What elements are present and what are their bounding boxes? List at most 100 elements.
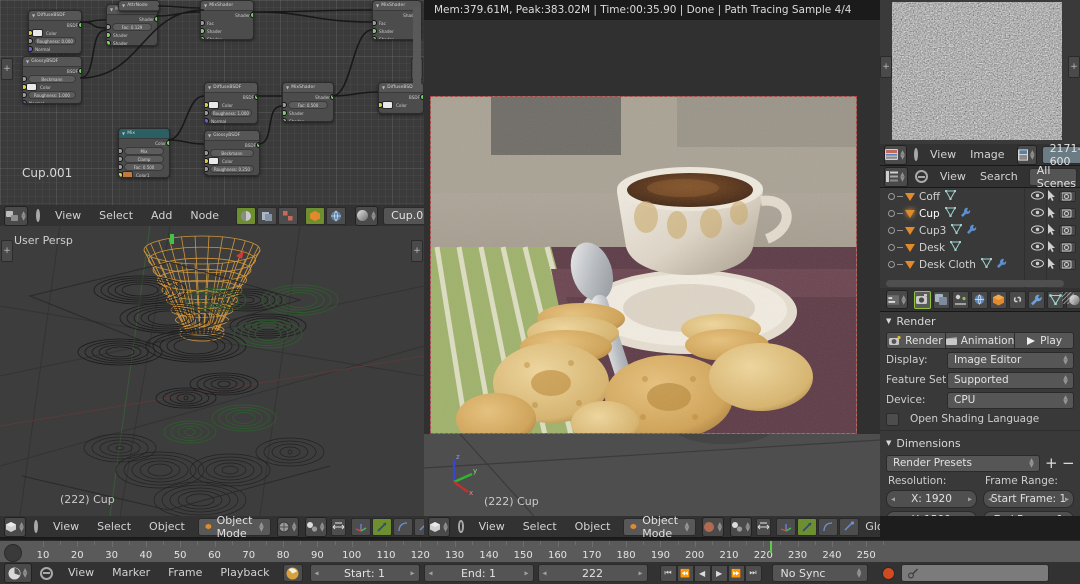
plus-icon[interactable]: + (1045, 454, 1057, 472)
node-output-socket[interactable] (166, 140, 171, 146)
node-value-field[interactable]: Beckmann (28, 75, 76, 84)
node-input-row[interactable]: Roughness: 0.250 (205, 165, 259, 173)
node-input-row[interactable]: Shader (107, 31, 157, 39)
node-input-row[interactable]: Mix (119, 147, 169, 155)
node-input-socket[interactable] (118, 164, 123, 170)
viewport-3d-render-preview[interactable]: z y x (222) Cup (424, 434, 880, 516)
outliner-display-mode[interactable]: All Scenes (1029, 168, 1077, 186)
node-header[interactable]: ▼GlossyBSDF (23, 57, 81, 67)
node-collapse-triangle-icon[interactable]: ▼ (110, 7, 113, 12)
selectable-cursor-icon[interactable] (1047, 207, 1056, 221)
uv-toolshelf-toggle[interactable]: + (880, 56, 892, 78)
feature-set-dropdown[interactable]: Supported ▲▼ (947, 372, 1074, 389)
node-input-row[interactable]: Shader (107, 39, 157, 46)
outliner-expand-icon[interactable] (888, 210, 895, 217)
node-input-row[interactable]: Shader (201, 27, 253, 35)
view3d-mode-spinner[interactable]: ▲▼ (259, 522, 264, 532)
timeline-ruler[interactable]: 1020304050607080901001101201301401501601… (0, 540, 1080, 563)
object-triangle-icon[interactable] (905, 227, 915, 235)
viewport-toolshelf-toggle[interactable]: + (1, 240, 13, 262)
render-view3d-type-selector[interactable]: ▲▼ (428, 517, 450, 537)
outliner-rows[interactable]: CoffCupCup3DeskDesk Cloth (880, 188, 1080, 273)
renderable-camera-icon[interactable] (1059, 191, 1076, 202)
node-editor-vscrollbar[interactable] (413, 6, 421, 92)
chain-link-icon[interactable] (1009, 291, 1026, 309)
node-input-socket[interactable] (204, 118, 209, 124)
node-input-row[interactable]: Color (205, 101, 257, 109)
render-view3d-spinner[interactable]: ▲▼ (442, 522, 449, 532)
dimensions-panel-header[interactable]: ▼ Dimensions (880, 434, 1080, 452)
outliner-menu-search[interactable]: Search (973, 166, 1025, 188)
view3d-collapse-menu-icon[interactable] (34, 520, 38, 533)
node-menu-view[interactable]: View (46, 205, 90, 227)
render-button[interactable]: Render (886, 332, 946, 349)
viewport-properties-toggle[interactable]: + (411, 240, 423, 262)
render-translate-manipulator-icon[interactable] (776, 518, 796, 536)
uv-properties-toggle[interactable]: + (1068, 56, 1080, 78)
outliner-hscrollbar[interactable] (886, 280, 1064, 287)
node-toolbar-toggle-left[interactable]: + (1, 58, 13, 80)
node-collapse-triangle-icon[interactable]: ▼ (26, 59, 29, 64)
play-icon[interactable]: ▶ (711, 565, 728, 582)
node-input-row[interactable]: Fac: 0.129 (107, 23, 157, 31)
node-input-row[interactable]: Roughness: 1.000 (23, 91, 81, 99)
translate-manipulator-icon[interactable] (351, 518, 371, 536)
node-value-field[interactable]: Fac: 0.500 (124, 163, 164, 172)
node-input-row[interactable]: Normal (205, 117, 257, 124)
scene-icon[interactable] (952, 291, 969, 309)
node-output-socket[interactable] (250, 12, 255, 18)
device-dropdown[interactable]: CPU ▲▼ (947, 392, 1074, 409)
node-input-row[interactable]: Roughness: 1.000 (205, 109, 257, 117)
shader-node[interactable]: ▼GlossyBSDFBSDFBeckmannColorRoughness: 0… (204, 130, 260, 176)
render-snap-icon[interactable] (756, 518, 771, 536)
renderable-camera-icon[interactable] (1059, 259, 1076, 270)
scale-manipulator-icon[interactable] (393, 518, 413, 536)
play-reverse-icon[interactable]: ◀ (694, 565, 711, 582)
selectable-cursor-icon[interactable] (1047, 190, 1056, 204)
node-input-socket[interactable] (106, 40, 111, 46)
object-shader-icon[interactable] (305, 207, 325, 225)
animation-button[interactable]: Animation (946, 332, 1016, 349)
render-view3d-menu-select[interactable]: Select (514, 516, 566, 538)
node-input-socket[interactable] (28, 46, 33, 52)
rotate-manipulator-icon[interactable] (372, 518, 392, 536)
render-view3d-mode-selector[interactable]: Object Mode ▲▼ (623, 518, 696, 536)
node-editor[interactable]: ▼DiffuseBSDFBSDFColorRoughness: 0.000Nor… (0, 0, 424, 226)
prev-keyframe-icon[interactable]: ⏪ (677, 565, 694, 582)
render-panel-header[interactable]: ▼ Render (880, 312, 1080, 330)
mesh-data-icon[interactable] (945, 190, 956, 203)
node-color-swatch[interactable] (382, 101, 393, 109)
node-input-row[interactable]: Shader (283, 109, 333, 117)
render-view3d-menu-view[interactable]: View (470, 516, 514, 538)
node-value-field[interactable]: Fac: 0.500 (288, 101, 328, 110)
minus-icon[interactable]: − (1062, 454, 1074, 472)
osl-checkbox[interactable] (886, 413, 899, 426)
node-header[interactable]: ▼AttrNode (119, 1, 159, 11)
next-keyframe-icon[interactable]: ⏩ (728, 565, 745, 582)
resolution-x-field[interactable]: ◂X: 1920▸ (886, 490, 977, 508)
node-input-row[interactable]: Beckmann (205, 149, 259, 157)
jump-end-icon[interactable]: ⏭ (745, 565, 762, 582)
transport-controls[interactable]: ⏮ ⏪ ◀ ▶ ⏩ ⏭ (660, 565, 762, 582)
view3d-type-spinner[interactable]: ▲▼ (18, 522, 25, 532)
play-button[interactable]: Play (1015, 332, 1074, 349)
render-scale-manipulator-icon[interactable] (818, 518, 838, 536)
node-input-socket[interactable] (372, 28, 377, 34)
node-input-socket[interactable] (200, 28, 205, 34)
node-menu-select[interactable]: Select (90, 205, 142, 227)
node-input-socket[interactable] (106, 24, 111, 30)
node-input-row[interactable]: Fac: 0.500 (283, 101, 333, 109)
visibility-eye-icon[interactable] (1031, 225, 1044, 237)
render-orientation-icon[interactable] (839, 518, 859, 536)
timeline-menu-frame[interactable]: Frame (159, 562, 211, 584)
wrench-icon[interactable] (966, 224, 977, 238)
outliner-row[interactable]: Cup3 (880, 222, 1080, 239)
node-output-socket[interactable] (256, 142, 261, 148)
node-input-socket[interactable] (282, 102, 287, 108)
osl-row[interactable]: Open Shading Language (886, 411, 1074, 427)
node-collapse-triangle-icon[interactable]: ▼ (32, 13, 35, 18)
world-shader-icon[interactable] (326, 207, 346, 225)
timeline-collapse-menu-icon[interactable] (40, 567, 53, 580)
texture-icon[interactable] (278, 207, 298, 225)
node-value-field[interactable]: Fac: 0.129 (112, 23, 152, 32)
